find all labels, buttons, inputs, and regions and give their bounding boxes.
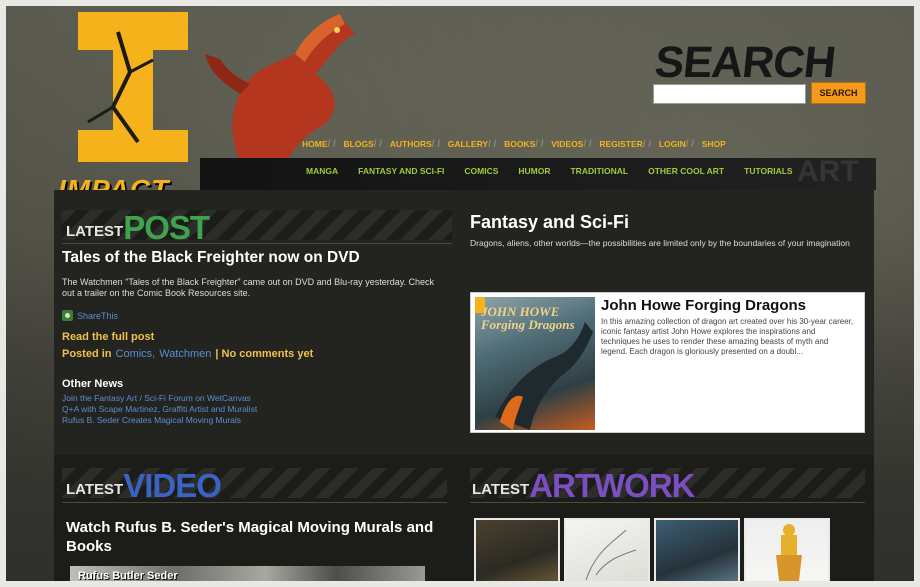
artwork-thumb-2[interactable] [564,518,650,587]
read-full-post-link[interactable]: Read the full post [62,331,154,343]
video-title[interactable]: Watch Rufus B. Seder's Magical Moving Mu… [66,518,446,556]
impact-logo[interactable]: IMPACT [58,12,208,205]
cat-tutorials[interactable]: TUTORIALS [734,166,802,176]
search-input[interactable] [653,84,806,104]
nav-background-word: ART [797,155,859,188]
category-nav: MANGA FANTASY AND SCI-FI COMICS HUMOR TR… [296,166,803,176]
search-heading: SEARCH [652,38,838,87]
cat-fantasy-scifi[interactable]: FANTASY AND SCI-FI [348,166,454,176]
post-meta: Posted in Comics, Watchmen | No comments… [62,348,313,360]
nav-shop[interactable]: SHOP [686,139,734,153]
category-description: Dragons, aliens, other worlds—the possib… [470,238,850,248]
video-divider [62,502,447,503]
post-title[interactable]: Tales of the Black Freighter now on DVD [62,249,360,267]
book-description: In this amazing collection of dragon art… [601,317,854,356]
character-art [776,524,802,585]
cat-other-cool-art[interactable]: OTHER COOL ART [638,166,734,176]
artwork-thumb-4[interactable] [744,518,830,587]
latest-video-heading: LATEST VIDEO [66,466,222,504]
cat-manga[interactable]: MANGA [296,166,348,176]
artwork-thumbnails [474,518,830,587]
other-news-item[interactable]: Join the Fantasy Art / Sci-Fi Forum on W… [62,393,257,404]
cat-traditional[interactable]: TRADITIONAL [560,166,638,176]
book-cover-image[interactable]: JOHN HOWE Forging Dragons [475,297,595,430]
category-title: Fantasy and Sci-Fi [470,212,630,232]
latest-video-word: VIDEO [123,467,222,504]
other-news-list: Join the Fantasy Art / Sci-Fi Forum on W… [62,393,257,426]
logo-i-icon [78,12,188,162]
artwork-thumb-3[interactable] [654,518,740,587]
featured-book-card[interactable]: JOHN HOWE Forging Dragons John Howe Forg… [470,292,865,433]
latest-artwork-heading: LATEST ARTWORK [472,466,696,504]
posted-in-label: Posted in [62,348,112,360]
share-label: ShareThis [77,310,119,321]
artwork-divider [470,502,865,503]
other-news-heading: Other News [62,378,124,390]
comments-count[interactable]: | No comments yet [215,348,313,360]
latest-video-label: LATEST [66,481,124,498]
main-nav: HOME BLOGS AUTHORS GALLERY BOOKS VIDEOS … [294,139,734,153]
tag-comics-link[interactable]: Comics, [116,348,156,360]
latest-artwork-label: LATEST [472,481,530,498]
book-title[interactable]: John Howe Forging Dragons [601,297,806,314]
latest-artwork-word: ARTWORK [529,467,695,504]
tag-watchmen-link[interactable]: Watchmen [159,348,211,360]
share-icon [62,310,73,321]
video-thumbnail-label: Rufus Butler Seder [78,570,178,582]
cat-comics[interactable]: COMICS [454,166,508,176]
latest-post-heading: LATEST POST [66,208,210,246]
latest-post-word: POST [123,209,210,246]
other-news-item[interactable]: Q+A with Scape Martinez, Graffiti Artist… [62,404,257,415]
video-thumbnail[interactable]: Rufus Butler Seder [70,566,425,587]
cat-humor[interactable]: HUMOR [508,166,560,176]
sketch-art [585,529,637,581]
share-this[interactable]: ShareThis [62,310,118,321]
post-excerpt: The Watchmen "Tales of the Black Freight… [62,277,435,298]
post-divider [62,243,452,244]
cover-dragon-art [495,322,593,430]
artwork-thumb-1[interactable] [474,518,560,587]
other-news-item[interactable]: Rufus B. Seder Creates Magical Moving Mu… [62,415,257,426]
latest-post-label: LATEST [66,223,124,240]
search-button[interactable]: SEARCH [811,82,866,104]
